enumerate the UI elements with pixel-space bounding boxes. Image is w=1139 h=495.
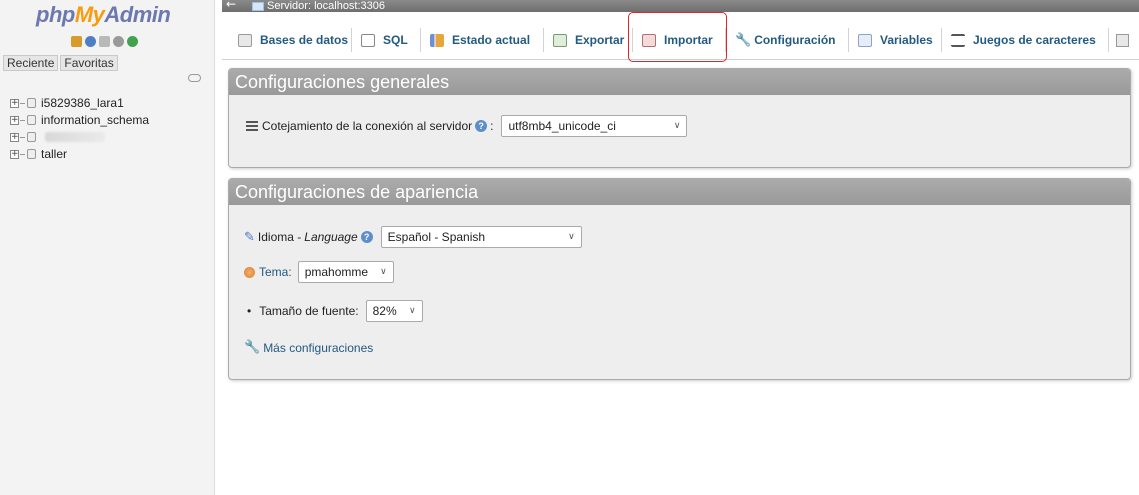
import-tab-highlight bbox=[628, 12, 727, 62]
appearance-settings-title: Configuraciones de apariencia bbox=[229, 179, 1130, 205]
tab-settings[interactable]: 🔧 Configuración bbox=[727, 25, 836, 55]
database-name[interactable]: i5829386_lara1 bbox=[41, 96, 124, 110]
tab-databases[interactable]: Bases de datos bbox=[230, 25, 348, 55]
blurred-database-name bbox=[45, 132, 105, 142]
server-label[interactable]: Servidor: localhost:3306 bbox=[267, 0, 385, 12]
tree-item-database[interactable]: + information_schema bbox=[10, 112, 149, 128]
expand-icon[interactable]: + bbox=[10, 98, 19, 108]
tab-export[interactable]: Exportar bbox=[545, 25, 624, 55]
language-label: Idioma - bbox=[257, 230, 302, 244]
collation-label: Cotejamiento de la conexión al servidor bbox=[262, 119, 473, 133]
logout-icon[interactable] bbox=[85, 36, 96, 47]
tree-item-database[interactable]: + taller bbox=[10, 146, 149, 162]
chevron-down-icon: ∨ bbox=[568, 232, 575, 242]
theme-select[interactable]: pmahomme ∨ bbox=[297, 261, 394, 283]
help-icon[interactable]: ? bbox=[475, 120, 488, 132]
recent-tab[interactable]: Reciente bbox=[3, 55, 59, 71]
help-icon[interactable]: ? bbox=[360, 231, 373, 243]
font-size-label: Tamaño de fuente: bbox=[259, 304, 359, 318]
bullet: • bbox=[247, 304, 252, 318]
settings-icon[interactable] bbox=[113, 36, 124, 47]
tab-status[interactable]: Estado actual bbox=[422, 25, 530, 55]
phpmyadmin-logo[interactable]: phpMyAdmin bbox=[36, 2, 171, 28]
tab-variables[interactable]: Variables bbox=[850, 25, 933, 55]
navigation-panel: phpMyAdmin Reciente Favoritas + i5829386… bbox=[0, 0, 215, 495]
collapse-nav-arrow-icon[interactable]: ← bbox=[226, 0, 236, 11]
collation-select[interactable]: utf8mb4_unicode_ci ∨ bbox=[501, 115, 688, 137]
collation-icon bbox=[246, 121, 258, 131]
font-size-row: • Tamaño de fuente: 82% ∨ bbox=[247, 300, 423, 322]
database-tree: + i5829386_lara1 + information_schema + … bbox=[10, 95, 149, 163]
tree-item-database[interactable]: + i5829386_lara1 bbox=[10, 95, 149, 111]
language-icon: ✎ bbox=[244, 229, 255, 245]
theme-row: Tema: pmahomme ∨ bbox=[244, 261, 394, 283]
favorites-tab[interactable]: Favoritas bbox=[60, 55, 118, 71]
tab-charsets[interactable]: Juegos de caracteres bbox=[943, 25, 1096, 55]
tab-sql[interactable]: SQL bbox=[353, 25, 408, 55]
more-settings-row: 🔧 Más configuraciones bbox=[244, 340, 373, 355]
wrench-icon: 🔧 bbox=[735, 32, 752, 48]
reload-icon[interactable] bbox=[127, 36, 138, 47]
docs-icon[interactable] bbox=[99, 36, 110, 47]
theme-palette-icon bbox=[244, 266, 255, 278]
expand-icon[interactable]: + bbox=[10, 132, 19, 142]
more-settings-link[interactable]: Más configuraciones bbox=[263, 341, 373, 355]
home-icon[interactable] bbox=[71, 36, 82, 47]
collation-row: Cotejamiento de la conexión al servidor … bbox=[246, 115, 688, 137]
language-select[interactable]: Español - Spanish ∨ bbox=[380, 226, 582, 248]
server-icon bbox=[252, 1, 264, 11]
variables-icon bbox=[858, 33, 872, 47]
breadcrumb[interactable]: Servidor: localhost:3306 bbox=[252, 0, 385, 12]
language-row: ✎ Idioma - Language ? Español - Spanish ∨ bbox=[244, 226, 582, 248]
database-name[interactable]: taller bbox=[41, 147, 67, 161]
expand-icon[interactable]: + bbox=[10, 115, 19, 125]
chevron-down-icon: ∨ bbox=[380, 267, 387, 277]
database-name[interactable]: information_schema bbox=[41, 113, 149, 127]
nav-quick-icons bbox=[71, 36, 138, 47]
wrench-icon: 🔧 bbox=[244, 340, 261, 355]
database-icon bbox=[27, 132, 36, 142]
phpmyadmin-app: phpMyAdmin Reciente Favoritas + i5829386… bbox=[0, 0, 1139, 495]
export-icon bbox=[553, 33, 567, 47]
more-tabs-icon[interactable] bbox=[1116, 34, 1129, 47]
theme-label[interactable]: Tema: bbox=[259, 265, 292, 279]
chevron-down-icon: ∨ bbox=[409, 306, 416, 316]
nav-tabs: Reciente Favoritas bbox=[3, 55, 118, 71]
link-icon[interactable] bbox=[188, 74, 201, 82]
font-size-select[interactable]: 82% ∨ bbox=[365, 300, 423, 322]
database-icon bbox=[27, 98, 36, 108]
chevron-down-icon: ∨ bbox=[673, 121, 681, 131]
expand-icon[interactable]: + bbox=[10, 149, 19, 159]
tree-item-database[interactable]: + bbox=[10, 129, 149, 145]
charset-icon bbox=[951, 33, 965, 47]
status-chart-icon bbox=[430, 33, 444, 47]
database-icon bbox=[238, 33, 252, 47]
sql-icon bbox=[361, 33, 375, 47]
database-icon bbox=[27, 149, 36, 159]
general-settings-title: Configuraciones generales bbox=[229, 69, 1130, 95]
database-icon bbox=[27, 115, 36, 125]
